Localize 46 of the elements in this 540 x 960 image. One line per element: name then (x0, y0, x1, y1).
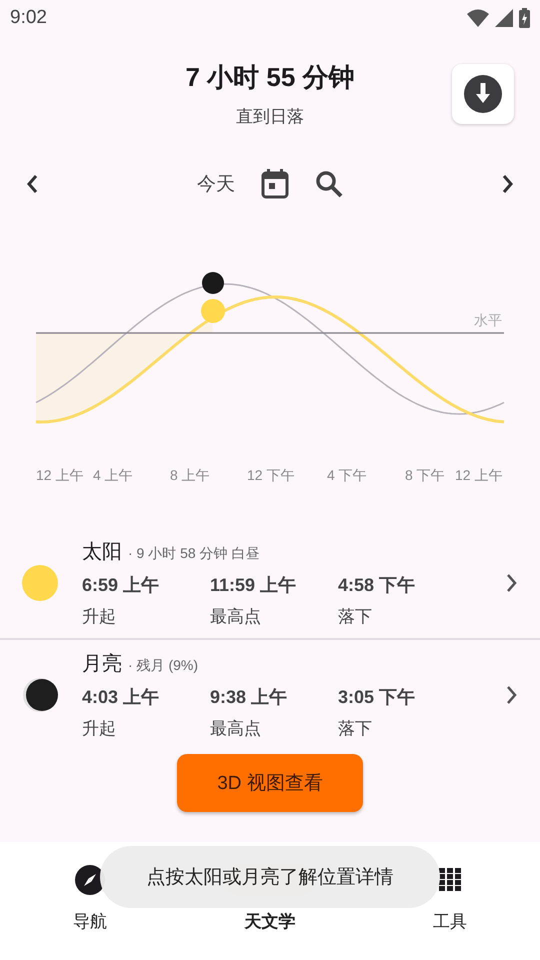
grid-icon (438, 868, 462, 892)
body-detail: · 残月 (9%) (128, 657, 198, 675)
signal-icon (495, 9, 513, 27)
moon-marker[interactable] (202, 272, 224, 294)
event-time: 3:05 下午 (338, 686, 416, 709)
moon-icon (22, 677, 58, 713)
time-axis-label: 4 下午 (327, 467, 367, 485)
search-button[interactable] (315, 170, 343, 198)
event-label: 最高点 (210, 718, 262, 740)
time-axis-label: 8 上午 (170, 467, 210, 485)
time-until-sunset: 7 小时 55 分钟 (185, 61, 355, 94)
subtitle: 直到日落 (236, 106, 304, 128)
battery-icon (519, 8, 530, 28)
status-time: 9:02 (10, 7, 47, 29)
today-button[interactable]: 今天 (197, 171, 235, 197)
event-label: 升起 (82, 718, 117, 740)
details-chevron-button[interactable] (506, 685, 518, 705)
event-time: 11:59 上午 (210, 574, 298, 597)
sun-icon (22, 565, 58, 601)
calendar-button[interactable] (261, 169, 289, 199)
sun-marker[interactable] (201, 299, 225, 323)
event-label: 落下 (338, 606, 373, 628)
event-label: 落下 (338, 718, 373, 740)
event-label: 升起 (82, 606, 117, 628)
3d-view-button[interactable]: 3D 视图查看 (177, 754, 363, 812)
time-axis-label: 4 上午 (93, 467, 133, 485)
horizon-label: 水平 (474, 312, 502, 330)
event-label: 最高点 (210, 606, 262, 628)
time-axis-label: 12 下午 (247, 467, 294, 485)
event-time: 9:38 上午 (210, 686, 288, 709)
time-axis-label: 12 上午 (455, 467, 502, 485)
download-icon (464, 75, 502, 113)
time-axis-label: 12 上午 (36, 467, 84, 485)
details-chevron-button[interactable] (506, 573, 518, 593)
time-axis-label: 8 下午 (405, 467, 445, 485)
body-detail: · 9 小时 58 分钟 白昼 (128, 545, 260, 563)
body-name: 月亮 (82, 652, 122, 677)
event-time: 6:59 上午 (82, 574, 160, 597)
event-time: 4:58 下午 (338, 574, 416, 597)
body-name: 太阳 (82, 540, 122, 565)
previous-day-button[interactable] (26, 174, 38, 194)
event-time: 4:03 上午 (82, 686, 160, 709)
hint-toast: 点按太阳或月亮了解位置详情 (100, 846, 440, 908)
download-button[interactable] (452, 64, 514, 124)
wifi-icon (467, 9, 489, 27)
next-day-button[interactable] (502, 174, 514, 194)
